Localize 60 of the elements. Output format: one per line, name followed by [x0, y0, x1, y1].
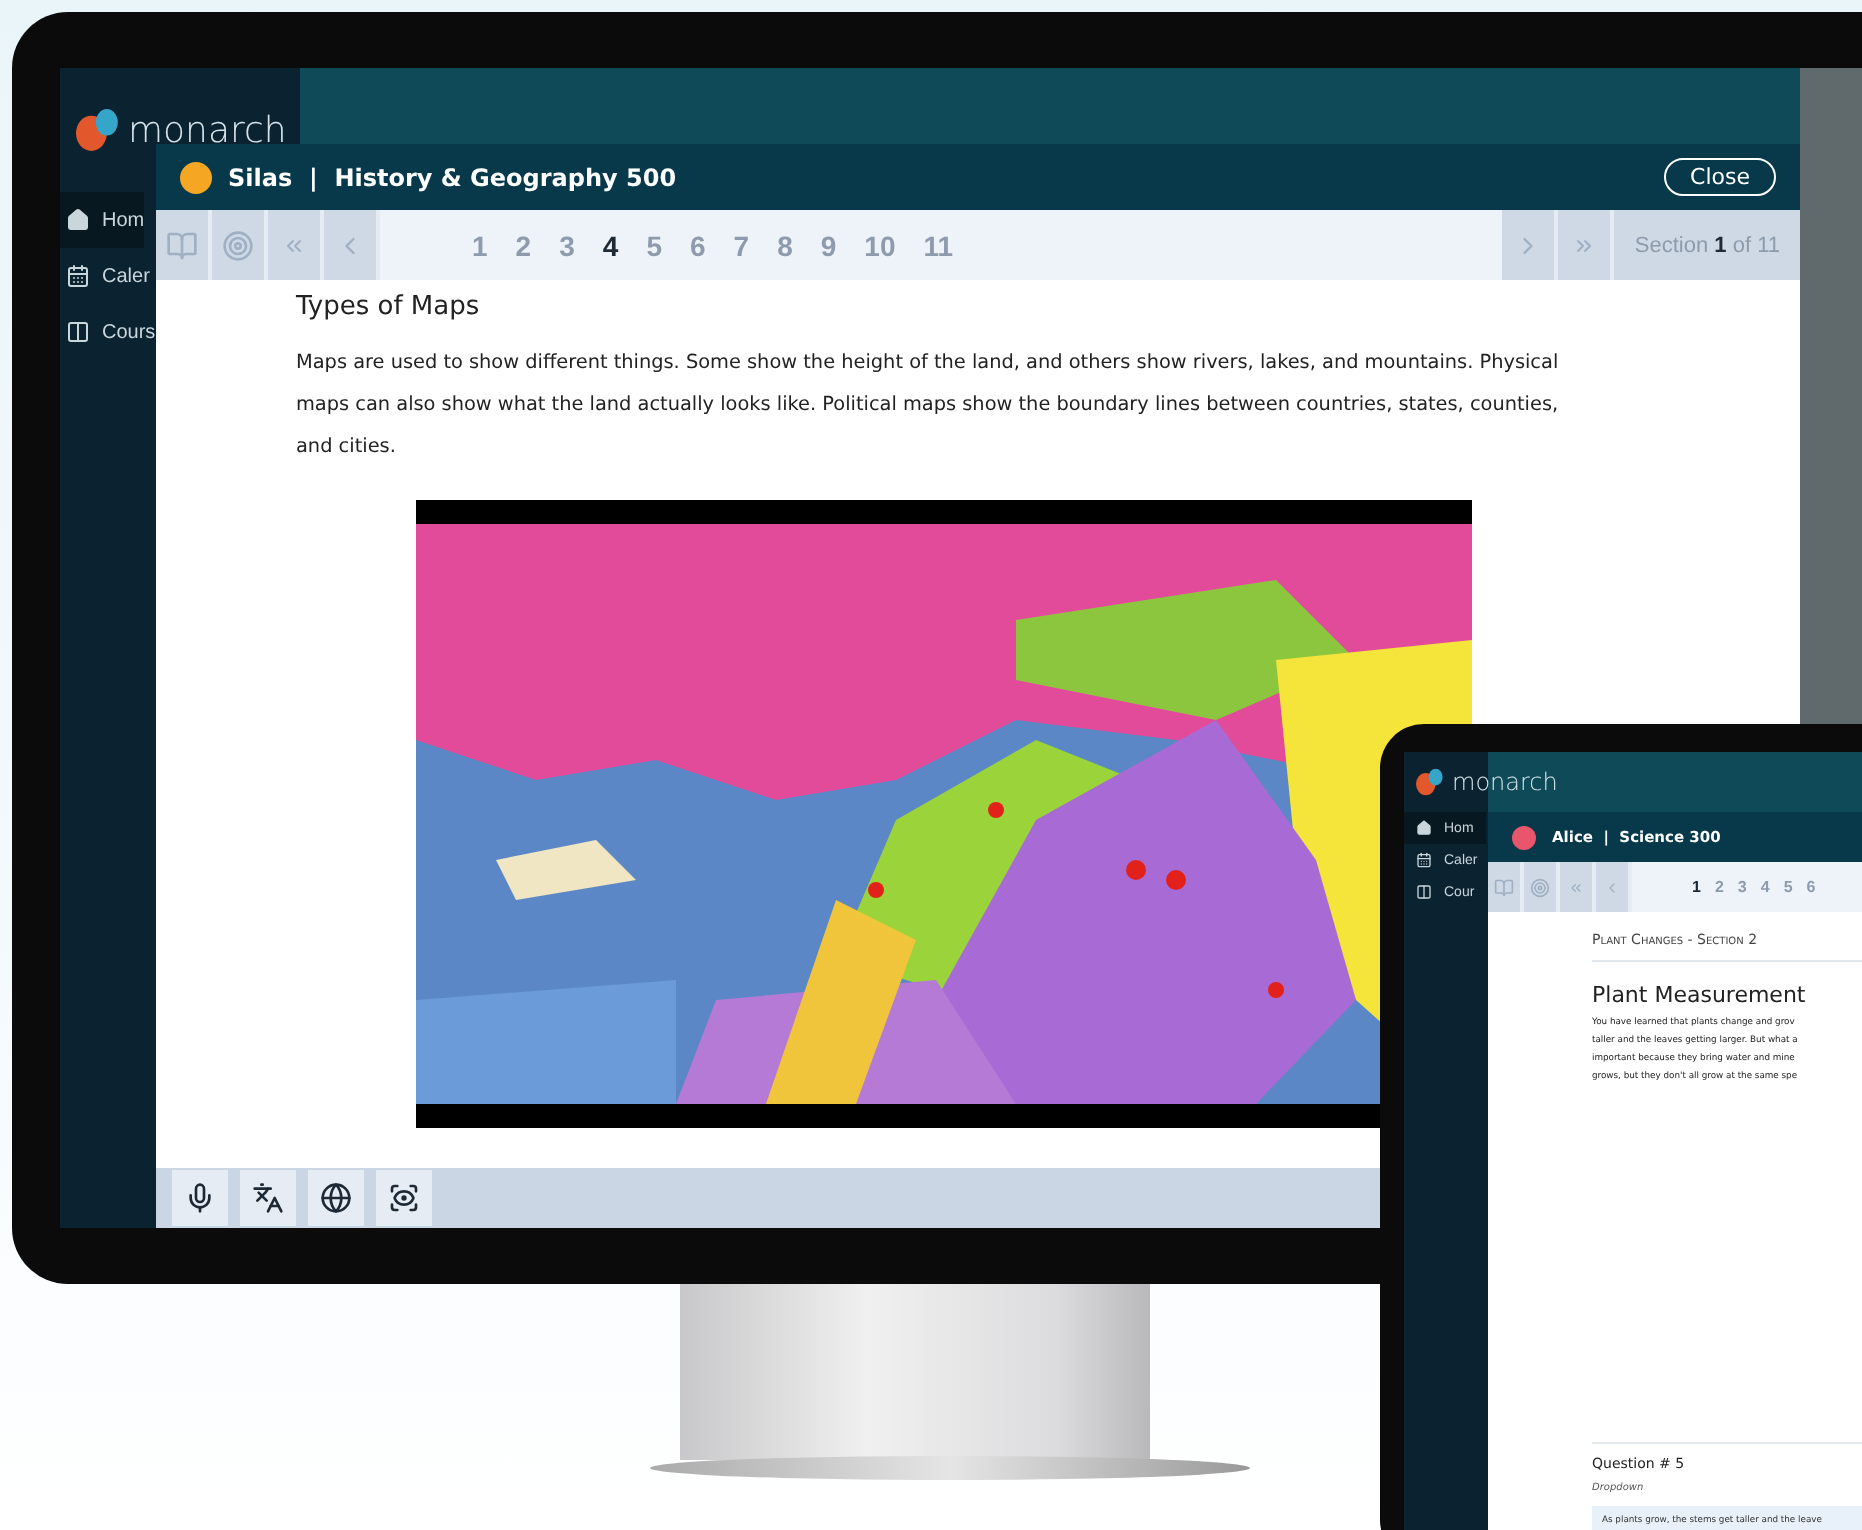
page-link[interactable]: 11 [923, 229, 954, 261]
sidebar-item[interactable]: Hom [60, 192, 145, 248]
globe-icon [320, 1182, 352, 1214]
translate-button[interactable] [240, 1170, 296, 1226]
page-link[interactable]: 1 [472, 229, 488, 261]
book-icon [166, 229, 198, 261]
target-button[interactable] [212, 210, 268, 280]
page-link[interactable]: 3 [1737, 878, 1747, 896]
page-link[interactable]: 3 [559, 229, 575, 261]
double-chevron-left-icon [1568, 879, 1584, 895]
home-icon [1416, 820, 1432, 836]
page-link[interactable]: 4 [602, 229, 619, 261]
eye-icon [388, 1182, 420, 1214]
page-link[interactable]: 6 [1806, 878, 1816, 896]
page-link[interactable]: 6 [689, 229, 706, 261]
panel-icon [1416, 884, 1432, 900]
previous-button[interactable] [1596, 862, 1632, 912]
target-button[interactable] [1524, 862, 1560, 912]
microphone-icon [184, 1182, 216, 1214]
page-link[interactable]: 9 [820, 229, 837, 261]
translate-icon [252, 1182, 284, 1214]
page-link[interactable]: 5 [1783, 878, 1793, 896]
page-link[interactable]: 4 [1760, 878, 1770, 896]
page-link[interactable]: 1 [1692, 878, 1701, 896]
lesson-paragraph: Maps are used to show different things. Some show the height of the land, and others show rivers, lakes, and mountains. Physical maps can also show what the land actually looks like. Political maps show the boundary lines between countries, states, counties, and cities. [296, 350, 1561, 462]
avatar-icon [180, 161, 212, 193]
window-title: Silas | History & Geography 500 [228, 163, 677, 191]
avatar-icon [1512, 825, 1536, 849]
close-button[interactable]: Close [1664, 158, 1776, 196]
page-link[interactable]: 8 [777, 229, 793, 261]
page-link[interactable]: 2 [1714, 878, 1724, 896]
lesson-heading: Types of Maps [296, 292, 482, 322]
calendar-icon [66, 264, 90, 288]
brand-name: monarch [1452, 768, 1558, 796]
calendar-icon [1416, 852, 1432, 868]
page-link[interactable]: 5 [646, 229, 662, 261]
next-button[interactable] [1502, 210, 1559, 280]
page-link[interactable]: 7 [733, 229, 750, 261]
page-link[interactable]: 2 [515, 229, 532, 261]
lesson-heading: Plant Measurement [1592, 982, 1808, 1008]
book-button[interactable] [156, 210, 212, 280]
previous-button[interactable] [324, 210, 380, 280]
page-link[interactable]: 10 [864, 229, 896, 261]
book-icon [1494, 877, 1514, 897]
home-icon [66, 208, 90, 232]
last-page-button[interactable] [1558, 210, 1615, 280]
sidebar-item[interactable]: Cours [60, 304, 156, 360]
chevron-left-icon [1604, 879, 1620, 895]
globe-button[interactable] [308, 1170, 364, 1226]
target-icon [1530, 877, 1550, 897]
first-page-button[interactable] [268, 210, 324, 280]
sidebar-item[interactable]: Caler [60, 248, 150, 304]
microphone-button[interactable] [172, 1170, 228, 1226]
brand-name: monarch [128, 109, 287, 151]
panel-icon [66, 320, 90, 344]
eye-button[interactable] [376, 1170, 432, 1226]
section-indicator: Section 1 of 11 [1634, 233, 1780, 257]
target-icon [222, 229, 254, 261]
book-button[interactable] [1488, 862, 1524, 912]
first-page-button[interactable] [1560, 862, 1596, 912]
